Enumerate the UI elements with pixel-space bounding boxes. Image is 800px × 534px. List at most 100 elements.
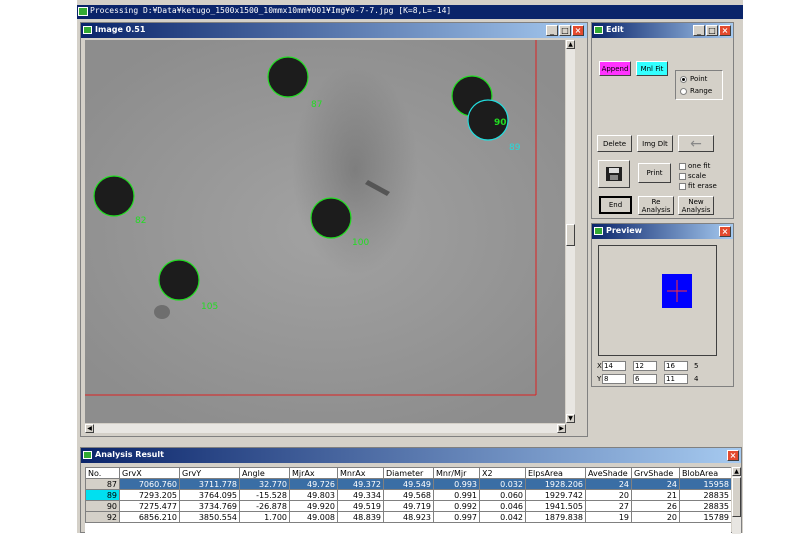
print-button[interactable]: Print — [638, 163, 671, 183]
column-header[interactable]: MnrAx — [337, 467, 384, 479]
append-button[interactable]: Append — [599, 61, 631, 76]
column-header[interactable]: Diameter — [383, 467, 434, 479]
image-vertical-scrollbar[interactable]: ▲ ▼ — [566, 40, 575, 423]
fit-erase-checkbox[interactable] — [679, 183, 686, 190]
column-header[interactable]: X2 — [479, 467, 526, 479]
column-header[interactable]: GrvShade — [631, 467, 680, 479]
scroll-thumb[interactable] — [566, 224, 575, 246]
table-cell: 0.997 — [433, 511, 480, 523]
point-radio[interactable] — [680, 76, 687, 83]
maximize-button[interactable]: □ — [559, 25, 571, 36]
table-cell: 3764.095 — [179, 489, 240, 501]
table-cell: 48.923 — [383, 511, 434, 523]
column-header[interactable]: No. — [85, 467, 120, 479]
table-cell: 49.803 — [289, 489, 338, 501]
window-icon — [594, 227, 603, 235]
end-button[interactable]: End — [599, 196, 632, 214]
back-arrow-button[interactable]: ← — [678, 135, 714, 152]
table-row[interactable]: 87 7060.760 3711.778 32.770 49.726 49.37… — [85, 478, 731, 490]
table-cell: 3711.778 — [179, 478, 240, 490]
blob-label: 89 — [509, 143, 521, 153]
blob-label: 87 — [311, 100, 323, 110]
table-cell: 49.726 — [289, 478, 338, 490]
image-horizontal-scrollbar[interactable]: ◀ ▶ — [85, 424, 566, 433]
table-cell: 0.060 — [479, 489, 526, 501]
app-title: Processing D:¥Data¥ketugo_1500x1500_10mm… — [90, 6, 452, 15]
scroll-up-button[interactable]: ▲ — [732, 467, 741, 476]
table-cell: 15958 — [679, 478, 731, 490]
table-cell: 28835 — [679, 489, 731, 501]
preview-window-titlebar: Preview × — [592, 224, 733, 239]
table-cell: 1.700 — [239, 511, 290, 523]
y-label: Y — [597, 375, 602, 383]
app-icon — [78, 7, 88, 16]
scroll-down-button[interactable]: ▼ — [566, 414, 575, 423]
table-cell: 1941.505 — [525, 500, 586, 512]
scroll-up-button[interactable]: ▲ — [566, 40, 575, 49]
table-cell: -15.528 — [239, 489, 290, 501]
table-cell: 0.032 — [479, 478, 526, 490]
blob-100[interactable] — [310, 197, 352, 239]
table-cell: 49.568 — [383, 489, 434, 501]
header-row: No. GrvX GrvY Angle MjrAx MnrAx Diameter… — [85, 467, 731, 479]
close-button[interactable]: × — [727, 450, 739, 461]
column-header[interactable]: Mnr/Mjr — [433, 467, 480, 479]
table-cell: 24 — [631, 478, 680, 490]
close-button[interactable]: × — [719, 226, 731, 237]
table-cell: 49.719 — [383, 500, 434, 512]
x-field-3[interactable]: 16 — [664, 361, 688, 371]
column-header[interactable]: ElpsArea — [525, 467, 586, 479]
scroll-left-button[interactable]: ◀ — [85, 424, 94, 433]
range-label: Range — [690, 87, 713, 95]
preview-window-title: Preview — [606, 226, 643, 235]
table-row[interactable]: 92 6856.210 3850.554 1.700 49.008 48.839… — [85, 511, 731, 523]
scroll-thumb[interactable] — [732, 477, 741, 517]
scale-checkbox[interactable] — [679, 173, 686, 180]
column-header[interactable]: GrvX — [119, 467, 180, 479]
blob-87[interactable] — [267, 56, 309, 98]
x-field-1[interactable]: 14 — [602, 361, 626, 371]
range-radio[interactable] — [680, 88, 687, 95]
table-row[interactable]: 90 7275.477 3734.769 -26.878 49.920 49.5… — [85, 500, 731, 512]
save-button[interactable] — [598, 160, 630, 188]
minimize-button[interactable]: _ — [546, 25, 558, 36]
fit-erase-label: fit erase — [688, 182, 717, 190]
blob-105[interactable] — [158, 259, 200, 301]
debris-spot — [154, 305, 170, 319]
column-header[interactable]: Angle — [239, 467, 290, 479]
one-fit-label: one fit — [688, 162, 711, 170]
new-analysis-button[interactable]: New Analysis — [678, 196, 714, 215]
y-field-2[interactable]: 6 — [633, 374, 657, 384]
column-header[interactable]: BlobArea — [679, 467, 731, 479]
window-icon — [594, 26, 603, 34]
column-header[interactable]: MjrAx — [289, 467, 338, 479]
column-header[interactable]: GrvY — [179, 467, 240, 479]
minimize-button[interactable]: _ — [693, 25, 705, 36]
result-table-area: No. GrvX GrvY Angle MjrAx MnrAx Diameter… — [85, 467, 731, 534]
result-vertical-scrollbar[interactable]: ▲ — [732, 467, 741, 534]
blob-label: 90 — [494, 118, 507, 128]
table-cell: 87 — [85, 478, 120, 490]
column-header[interactable]: AveShade — [585, 467, 632, 479]
one-fit-checkbox[interactable] — [679, 163, 686, 170]
table-cell: 7293.205 — [119, 489, 180, 501]
scroll-right-button[interactable]: ▶ — [557, 424, 566, 433]
blob-82[interactable] — [93, 175, 135, 217]
floppy-disk-icon — [606, 167, 622, 181]
image-canvas[interactable]: 87 90 89 82 100 105 — [85, 40, 565, 423]
delete-button[interactable]: Delete — [597, 135, 632, 152]
reanalysis-button[interactable]: Re Analysis — [638, 196, 674, 215]
x-field-2[interactable]: 12 — [633, 361, 657, 371]
table-cell: 0.042 — [479, 511, 526, 523]
table-cell: 3734.769 — [179, 500, 240, 512]
point-label: Point — [690, 75, 708, 83]
y-field-3[interactable]: 11 — [664, 374, 688, 384]
maximize-button[interactable]: □ — [706, 25, 718, 36]
table-row[interactable]: 89 7293.205 3764.095 -15.528 49.803 49.3… — [85, 489, 731, 501]
table-cell: 49.372 — [337, 478, 384, 490]
image-delete-button[interactable]: Img Dlt — [637, 135, 673, 152]
close-button[interactable]: × — [572, 25, 584, 36]
y-field-1[interactable]: 8 — [602, 374, 626, 384]
close-button[interactable]: × — [719, 25, 731, 36]
manual-fit-button[interactable]: Mnl Fit — [636, 61, 668, 76]
